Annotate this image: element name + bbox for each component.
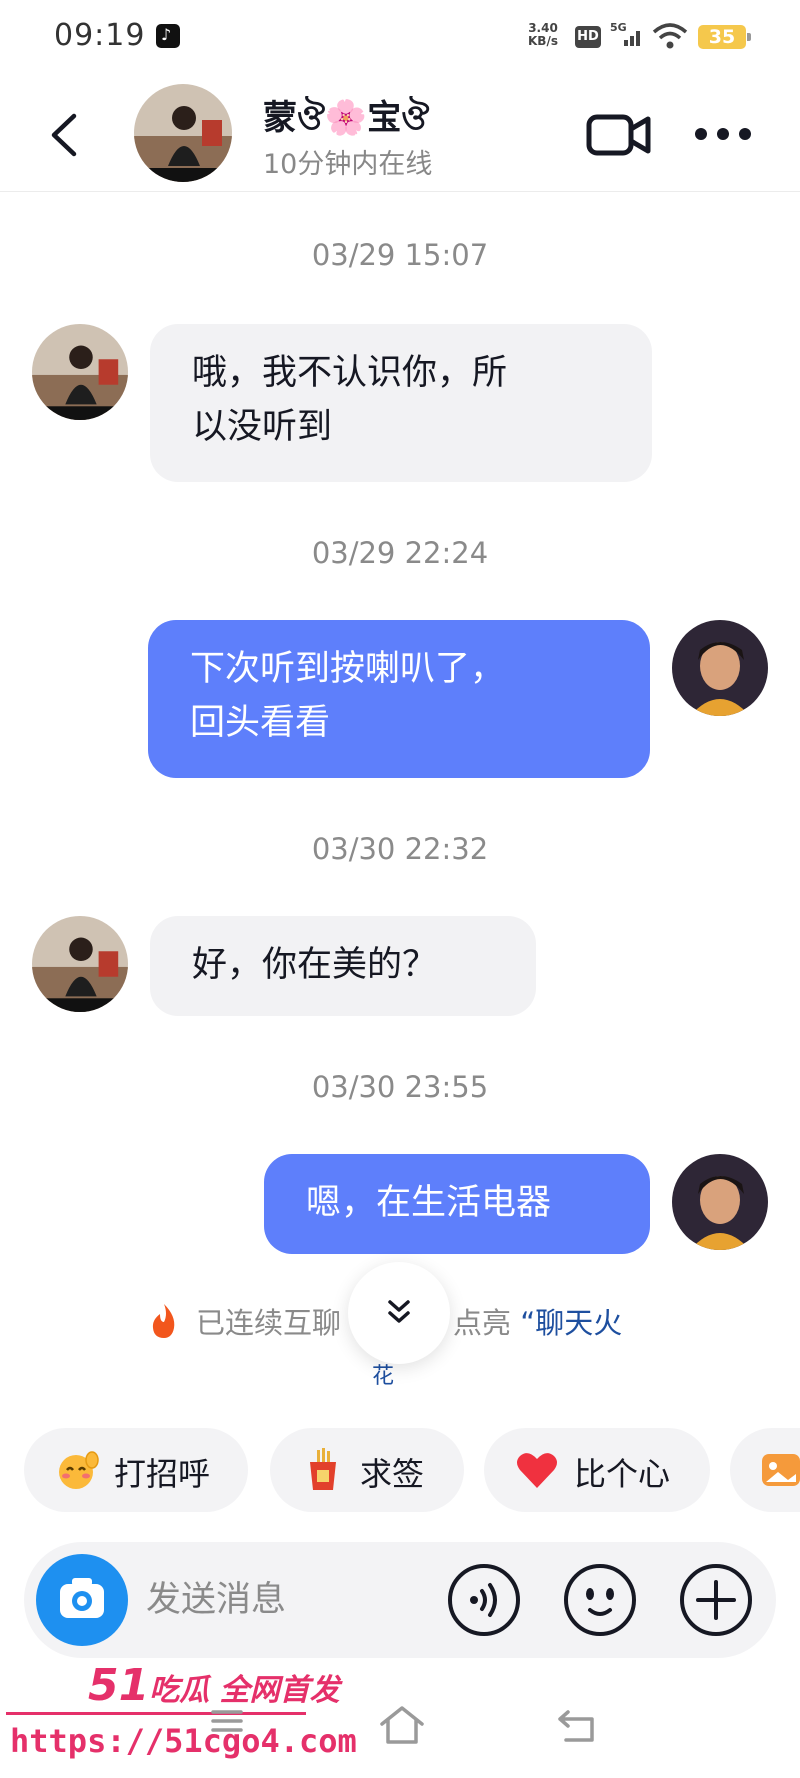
signal-icon: 5G xyxy=(610,21,640,46)
chat-header: 蒙ঔ🌸宝ঔ 10分钟内在线 xyxy=(0,72,800,192)
camera-button[interactable] xyxy=(36,1554,128,1646)
message-bubble-outgoing[interactable]: 下次听到按喇叭了， 回头看看 xyxy=(148,620,650,778)
signal-label: 5G xyxy=(610,21,627,34)
chat-fire-middle: 点亮 xyxy=(453,1306,512,1340)
wifi-icon xyxy=(652,23,688,49)
quick-reply-heart[interactable]: 比个心 xyxy=(484,1428,710,1512)
battery-icon: 35 xyxy=(698,25,751,49)
message-text-line: 好，你在美的？ xyxy=(192,945,438,985)
message-text-line: 回头看看 xyxy=(190,703,331,743)
my-avatar[interactable] xyxy=(672,1154,768,1250)
tiktok-icon xyxy=(156,24,180,48)
emoji-button[interactable] xyxy=(562,1562,638,1638)
quick-reply-bar: 打招呼 求签 比个心 xyxy=(0,1428,800,1514)
message-timestamp: 03/29 15:07 xyxy=(311,238,489,272)
network-speed: 3.40 KB/s xyxy=(528,21,558,48)
status-bar: 09:19 3.40 KB/s HD 5G 35 xyxy=(0,0,800,72)
wave-emoji-icon xyxy=(59,1451,99,1489)
contact-avatar[interactable] xyxy=(134,84,232,182)
message-text-line: 哦，我不认识你，所 xyxy=(192,353,508,393)
scroll-to-bottom-button[interactable] xyxy=(348,1262,450,1364)
contact-photo xyxy=(134,84,232,182)
message-input[interactable] xyxy=(146,1572,446,1628)
fortune-stick-icon xyxy=(310,1448,336,1490)
quick-reply-label: 打招呼 xyxy=(114,1455,211,1493)
quick-reply-greet[interactable]: 打招呼 xyxy=(24,1428,248,1512)
nav-home-icon[interactable] xyxy=(378,1704,426,1746)
voice-button[interactable] xyxy=(446,1562,522,1638)
my-avatar[interactable] xyxy=(672,620,768,716)
online-status: 10分钟内在线 xyxy=(263,149,433,180)
message-bubble-incoming[interactable]: 哦，我不认识你，所 以没听到 xyxy=(150,324,652,482)
watermark-text: 吃瓜 全网首发 xyxy=(149,1673,340,1708)
nav-back-icon[interactable] xyxy=(556,1706,598,1744)
back-button[interactable] xyxy=(40,108,88,162)
contact-photo xyxy=(32,324,128,420)
contact-avatar-small[interactable] xyxy=(32,916,128,1012)
contact-avatar-small[interactable] xyxy=(32,324,128,420)
add-more-button[interactable] xyxy=(678,1562,754,1638)
my-photo xyxy=(672,620,768,716)
message-timestamp: 03/30 23:55 xyxy=(311,1070,489,1104)
watermark-number: 51 xyxy=(88,1660,150,1711)
message-input-bar xyxy=(24,1542,776,1658)
watermark-url: https://51cgo4.com xyxy=(10,1722,357,1760)
message-text-line: 以没听到 xyxy=(192,407,333,447)
message-text-line: 嗯，在生活电器 xyxy=(306,1183,552,1223)
watermark-title: 51吃瓜 全网首发 xyxy=(88,1660,340,1711)
photo-album-icon xyxy=(762,1454,800,1486)
fire-icon xyxy=(152,1304,175,1338)
quick-reply-more[interactable] xyxy=(730,1428,800,1512)
message-text-line: 下次听到按喇叭了， xyxy=(190,649,506,689)
message-bubble-incoming[interactable]: 好，你在美的？ xyxy=(150,916,536,1016)
more-options-button[interactable] xyxy=(694,124,752,144)
watermark-divider xyxy=(6,1712,306,1715)
chat-fire-link[interactable]: “聊天火 xyxy=(520,1306,622,1340)
message-timestamp: 03/30 22:32 xyxy=(311,832,489,866)
quick-reply-fortune[interactable]: 求签 xyxy=(270,1428,464,1512)
message-timestamp: 03/29 22:24 xyxy=(311,536,489,570)
status-time: 09:19 xyxy=(54,18,146,53)
contact-name: 蒙ঔ🌸宝ঔ xyxy=(263,98,430,138)
quick-reply-label: 比个心 xyxy=(574,1455,671,1493)
message-bubble-outgoing[interactable]: 嗯，在生活电器 xyxy=(264,1154,650,1254)
my-photo xyxy=(672,1154,768,1250)
hd-badge: HD xyxy=(575,26,601,48)
quick-reply-label: 求签 xyxy=(360,1455,425,1493)
chat-fire-text: 已连续互聊 xyxy=(196,1306,342,1340)
video-call-button[interactable] xyxy=(586,112,652,158)
heart-icon xyxy=(517,1453,557,1488)
contact-photo xyxy=(32,916,128,1012)
double-chevron-down-icon xyxy=(388,1300,410,1323)
nav-menu-icon[interactable] xyxy=(210,1706,244,1736)
camera-icon xyxy=(60,1578,104,1618)
